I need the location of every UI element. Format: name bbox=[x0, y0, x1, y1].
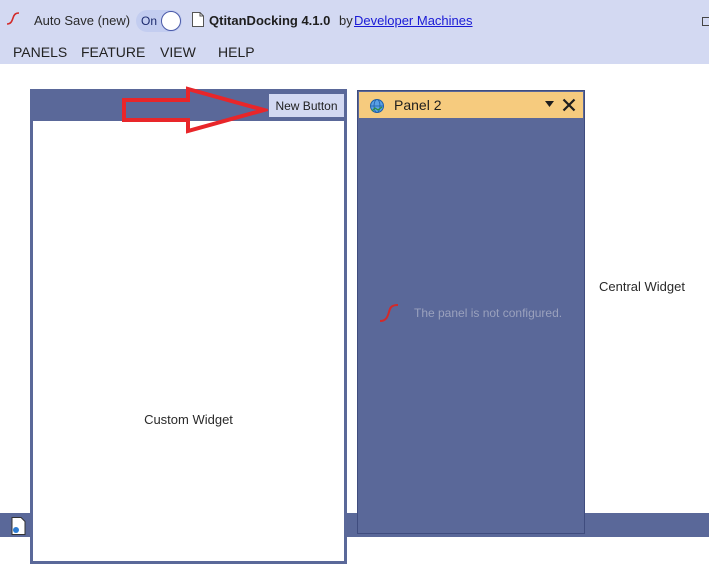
app-logo-icon bbox=[6, 12, 20, 25]
custom-widget-label: Custom Widget bbox=[144, 412, 233, 427]
vendor-link[interactable]: Developer Machines bbox=[354, 13, 473, 28]
custom-widget-area: Custom Widget bbox=[33, 121, 344, 561]
menu-panels[interactable]: PANELS bbox=[13, 44, 67, 60]
by-text: by bbox=[339, 13, 353, 28]
custom-panel: Custom Widget bbox=[30, 89, 347, 564]
file-icon[interactable] bbox=[11, 517, 26, 535]
restore-icon[interactable] bbox=[702, 17, 709, 26]
chevron-down-icon[interactable] bbox=[545, 101, 554, 107]
toggle-knob bbox=[161, 11, 181, 31]
panel-2-header[interactable]: Panel 2 bbox=[359, 92, 583, 118]
menu-help[interactable]: HELP bbox=[218, 44, 255, 60]
panel-2-title: Panel 2 bbox=[394, 97, 442, 113]
autosave-toggle[interactable]: On bbox=[136, 10, 182, 32]
menu-bar: PANELS FEATURE VIEW HELP bbox=[0, 40, 709, 64]
toggle-state-label: On bbox=[141, 14, 158, 28]
document-icon bbox=[192, 12, 204, 27]
qtitan-logo-icon bbox=[379, 304, 399, 322]
document-title: QtitanDocking 4.1.0 bbox=[209, 13, 331, 28]
new-button[interactable]: New Button bbox=[269, 94, 344, 117]
title-bar: Auto Save (new) On QtitanDocking 4.1.0 b… bbox=[0, 0, 709, 40]
panel-not-configured-message: The panel is not configured. bbox=[414, 306, 563, 320]
close-icon[interactable] bbox=[562, 98, 576, 112]
autosave-label: Auto Save (new) bbox=[34, 13, 131, 28]
menu-feature[interactable]: FEATURE bbox=[81, 44, 145, 60]
central-widget-label: Central Widget bbox=[599, 279, 685, 294]
menu-view[interactable]: VIEW bbox=[160, 44, 196, 60]
panel-2: Panel 2 The panel is not configured. bbox=[357, 90, 585, 534]
globe-icon bbox=[370, 99, 384, 113]
red-arrow-annotation bbox=[122, 86, 268, 134]
